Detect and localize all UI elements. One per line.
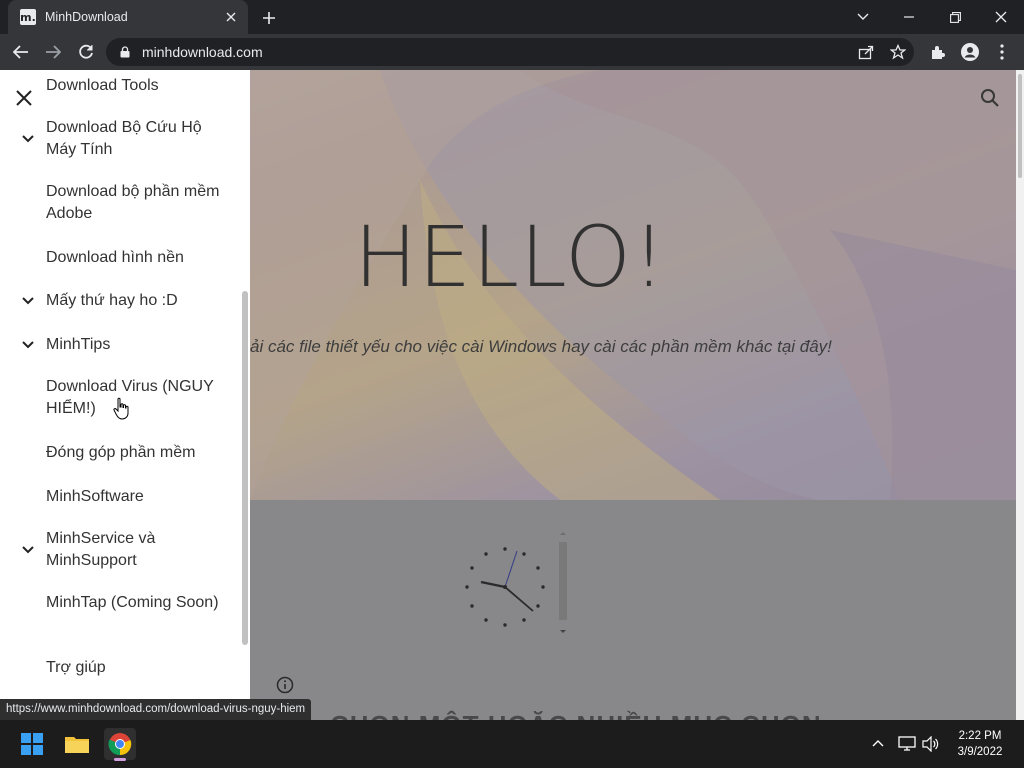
show-hidden-icons-chevron-icon[interactable] xyxy=(872,738,884,748)
sidebar-item-label: MinhSoftware xyxy=(46,488,144,505)
restore-button[interactable] xyxy=(932,0,978,34)
forward-button[interactable] xyxy=(39,38,67,66)
sidebar-item-label: Đóng góp phần mềm xyxy=(46,444,196,461)
share-icon[interactable] xyxy=(858,44,874,60)
sidebar-item-label: Download hình nền xyxy=(46,249,184,266)
sidebar-item-minhtap[interactable]: MinhTap (Coming Soon) xyxy=(46,592,226,614)
lock-icon xyxy=(120,46,130,58)
sidebar-item-wallpapers[interactable]: Download hình nền xyxy=(46,247,226,269)
volume-speaker-icon[interactable] xyxy=(922,736,940,752)
clock-time: 2:22 PM xyxy=(958,730,1002,742)
system-clock[interactable]: 2:22 PM 3/9/2022 xyxy=(950,728,1010,760)
close-window-button[interactable] xyxy=(978,0,1024,34)
drawer-scrollbar-thumb[interactable] xyxy=(242,291,248,645)
sidebar-item-tro-giup[interactable]: Trợ giúp xyxy=(46,657,226,679)
profile-avatar-icon[interactable] xyxy=(956,38,984,66)
hand-cursor-icon xyxy=(113,397,129,420)
sidebar-item-download-tools[interactable]: Download Tools xyxy=(46,75,226,97)
page-viewport: HELLO! ải các file thiết yếu cho việc cà… xyxy=(0,70,1024,720)
clock-date: 3/9/2022 xyxy=(957,746,1003,758)
sidebar-item-label: Download Tools xyxy=(46,77,159,94)
back-button[interactable] xyxy=(7,38,35,66)
sidebar-item-minhtips[interactable]: MinhTips xyxy=(46,334,226,356)
sidebar-item-label: MinhTips xyxy=(46,336,111,353)
sidebar-item-label: Trợ giúp xyxy=(46,659,106,676)
tab-close-icon[interactable] xyxy=(222,8,240,26)
windows-taskbar: 2:22 PM 3/9/2022 xyxy=(0,720,1024,768)
page-scrollbar-thumb[interactable] xyxy=(1018,74,1022,178)
active-app-indicator xyxy=(114,758,126,761)
start-menu-windows-icon[interactable] xyxy=(16,728,48,760)
sidebar-item-label: Download bộ phần mềm Adobe xyxy=(46,183,220,222)
chevron-down-icon[interactable] xyxy=(20,293,36,309)
sidebar-item-adobe[interactable]: Download bộ phần mềm Adobe xyxy=(46,181,226,225)
browser-toolbar: minhdownload.com xyxy=(0,34,1024,70)
sidebar-item-may-thu-hay-ho[interactable]: Mấy thứ hay ho :D xyxy=(46,290,226,312)
url-text: minhdownload.com xyxy=(142,44,263,60)
browser-tab[interactable]: m. MinhDownload xyxy=(8,0,248,34)
address-bar[interactable]: minhdownload.com xyxy=(106,38,914,66)
minimize-button[interactable] xyxy=(886,0,932,34)
navigation-drawer: Download Tools Download Bộ Cứu Hộ Máy Tí… xyxy=(0,70,250,720)
browser-titlebar: m. MinhDownload xyxy=(0,0,1024,34)
sidebar-item-label: Download Bộ Cứu Hộ Máy Tính xyxy=(46,119,202,158)
close-drawer-icon[interactable] xyxy=(14,88,34,108)
reload-button[interactable] xyxy=(72,38,100,66)
site-favicon-icon: m. xyxy=(20,9,36,25)
extensions-puzzle-icon[interactable] xyxy=(924,38,952,66)
network-icon[interactable] xyxy=(898,736,916,752)
kebab-menu-icon[interactable] xyxy=(988,38,1016,66)
chevron-down-icon[interactable] xyxy=(20,337,36,353)
sidebar-item-dong-gop[interactable]: Đóng góp phần mềm xyxy=(46,442,226,464)
tab-title: MinhDownload xyxy=(45,10,128,24)
sidebar-item-download-virus[interactable]: Download Virus (NGUY HIỂM!) xyxy=(46,376,226,420)
sidebar-item-minhsoftware[interactable]: MinhSoftware xyxy=(46,486,226,508)
tab-search-chevron-icon[interactable] xyxy=(840,0,886,34)
bookmark-star-icon[interactable] xyxy=(890,44,906,60)
sidebar-item-cuu-ho[interactable]: Download Bộ Cứu Hộ Máy Tính xyxy=(46,117,226,161)
sidebar-item-label: MinhService và MinhSupport xyxy=(46,530,156,569)
chrome-browser-icon[interactable] xyxy=(104,728,136,761)
sidebar-item-minhservice[interactable]: MinhService và MinhSupport xyxy=(46,528,226,572)
sidebar-item-label: MinhTap (Coming Soon) xyxy=(46,594,219,611)
file-explorer-folder-icon[interactable] xyxy=(61,728,93,760)
link-status-bar: https://www.minhdownload.com/download-vi… xyxy=(0,699,312,720)
chevron-down-icon[interactable] xyxy=(20,131,36,147)
chevron-down-icon[interactable] xyxy=(20,542,36,558)
sidebar-item-label: Mấy thứ hay ho :D xyxy=(46,292,178,309)
new-tab-button[interactable] xyxy=(258,7,280,29)
